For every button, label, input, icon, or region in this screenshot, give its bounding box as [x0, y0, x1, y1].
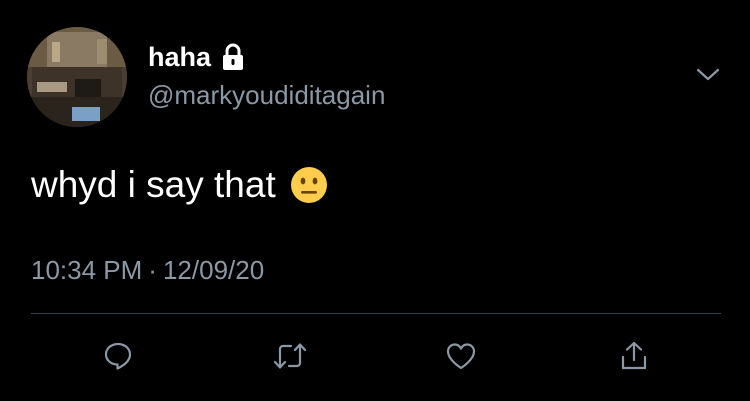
- avatar-photo: [27, 27, 127, 127]
- heart-icon: [446, 343, 476, 370]
- lock-icon: [221, 43, 245, 71]
- tweet-detail: haha @markyoudiditagain whyd i say that: [0, 0, 750, 401]
- divider: [31, 313, 721, 314]
- share-icon: [621, 341, 647, 370]
- display-name-row: haha: [148, 42, 245, 72]
- meta-separator: ·: [148, 255, 157, 285]
- tweet-time: 10:34 PM: [31, 255, 143, 285]
- retweet-button[interactable]: [270, 336, 310, 376]
- share-button[interactable]: [614, 336, 654, 376]
- tweet-text-row: whyd i say that: [31, 163, 328, 207]
- tweet-date: 12/09/20: [162, 255, 265, 285]
- avatar[interactable]: [27, 27, 127, 127]
- user-handle[interactable]: @markyoudiditagain: [148, 80, 385, 110]
- tweet-text: whyd i say that: [31, 164, 276, 205]
- display-name[interactable]: haha: [148, 42, 211, 72]
- reply-icon: [104, 342, 132, 370]
- like-button[interactable]: [441, 336, 481, 376]
- chevron-down-icon[interactable]: [694, 64, 722, 84]
- tweet-metadata: 10:34 PM · 12/09/20: [31, 255, 264, 285]
- reply-button[interactable]: [98, 336, 138, 376]
- neutral-face-icon: [290, 166, 328, 204]
- retweet-icon: [273, 343, 307, 369]
